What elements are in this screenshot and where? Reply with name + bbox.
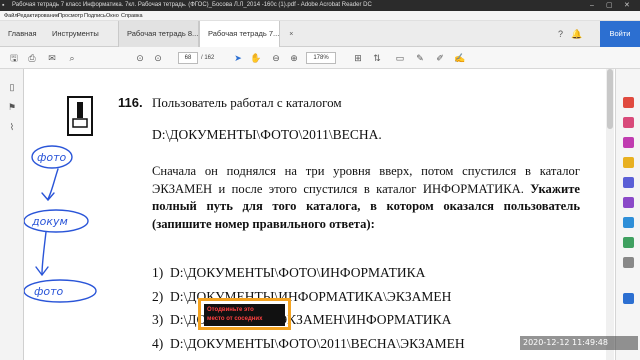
recording-timestamp: 2020-12-12 11:49:48: [520, 336, 638, 350]
page-down-icon[interactable]: ⊙: [152, 52, 164, 64]
answer-option-number: 1): [152, 265, 164, 280]
create-pdf-icon[interactable]: [623, 117, 634, 128]
print-icon[interactable]: ⎙: [26, 52, 38, 64]
answer-option-text: D:\ДОКУМЕНТЫ\ФОТО\ИНФОРМАТИКА: [170, 265, 426, 280]
annotation-arrowhead-1: [41, 192, 55, 202]
menu-view[interactable]: Просмотр: [58, 11, 83, 21]
comment-icon[interactable]: ▭: [394, 52, 406, 64]
sign-in-button[interactable]: Войти: [600, 21, 640, 47]
export-pdf-icon[interactable]: [623, 97, 634, 108]
document-page: фото докум фото 116. Пользователь работа…: [24, 69, 606, 360]
menu-edit[interactable]: Редактирование: [17, 11, 59, 21]
tab-document-7[interactable]: Рабочая тетрадь 7... ×: [199, 21, 293, 47]
task-path: D:\ДОКУМЕНТЫ\ФОТО\2011\ВЕСНА.: [152, 127, 382, 142]
answer-option-1: 1) D:\ДОКУМЕНТЫ\ФОТО\ИНФОРМАТИКА: [152, 265, 425, 281]
answer-option-4: 4) D:\ДОКУМЕНТЫ\ФОТО\2011\ВЕСНА\ЭКЗАМЕН: [152, 336, 465, 352]
overlay-text-line-1: Отодвиньте это: [207, 307, 254, 313]
menu-help[interactable]: Справка: [121, 11, 143, 21]
window-title: Рабочая тетрадь 7 класс Информатика. 7кл…: [12, 2, 372, 8]
organize-pages-icon[interactable]: [623, 197, 634, 208]
combine-files-icon[interactable]: [623, 177, 634, 188]
answer-option-3: 3) D:\ДОКУМЕНТЫ\ЭКЗАМЕН\ИНФОРМАТИКА: [152, 312, 451, 328]
answer-option-number: 2): [152, 289, 164, 304]
share-icon[interactable]: ✉: [46, 52, 58, 64]
highlight-icon[interactable]: ✎: [414, 52, 426, 64]
tab-tools[interactable]: Инструменты: [44, 21, 107, 47]
comment-tool-icon[interactable]: [623, 157, 634, 168]
save-icon[interactable]: 🖫: [8, 52, 20, 64]
select-cursor-icon[interactable]: ➤: [232, 52, 244, 64]
scroll-mode-icon[interactable]: ⇅: [371, 52, 383, 64]
search-icon[interactable]: ⌕: [66, 52, 78, 64]
zoom-in-icon[interactable]: ⊕: [288, 52, 300, 64]
more-tools-icon[interactable]: [623, 257, 634, 268]
cloud-storage-icon[interactable]: [623, 293, 634, 304]
sign-icon[interactable]: ✍: [454, 52, 466, 64]
annotation-text-2: докум: [31, 215, 68, 228]
annotation-text-3: фото: [34, 285, 64, 298]
task-paragraph-text: Сначала он поднялся на три уровня вверх,…: [152, 164, 580, 196]
overlay-text-line-2: место от соседних: [207, 316, 263, 322]
task-paragraph: Сначала он поднялся на три уровня вверх,…: [152, 163, 580, 233]
annotation-arrow-2: [41, 231, 47, 275]
page-thumbnails-icon[interactable]: ▯: [6, 81, 18, 93]
toolbar: 🖫 ⎙ ✉ ⌕ ⊙ ⊙ 68 / 162 ➤ ✋ ⊖ ⊕ 178% ⊞ ⇅ ▭ …: [0, 47, 640, 69]
scrollbar-thumb[interactable]: [607, 69, 613, 129]
annotation-text-1: фото: [37, 151, 67, 164]
fit-page-icon[interactable]: ⊞: [352, 52, 364, 64]
send-for-signature-icon[interactable]: [623, 237, 634, 248]
overlay-label: Отодвиньте это место от соседних: [204, 304, 285, 326]
tab-tools-label: Инструменты: [52, 29, 99, 38]
menu-bar: Файл Редактирование Просмотр Подпись Окн…: [0, 11, 640, 21]
menu-sign[interactable]: Подпись: [84, 11, 106, 21]
hand-tool-icon[interactable]: ✋: [250, 52, 262, 64]
close-tab-icon[interactable]: ×: [289, 31, 293, 38]
right-tools-rail: [615, 69, 640, 360]
bookmarks-icon[interactable]: ⚑: [6, 101, 18, 113]
tab-home-label: Главная: [8, 29, 37, 38]
acrobat-app-icon: ▪: [2, 2, 5, 9]
answer-option-2: 2) D:\ДОКУМЕНТЫ\ИНФОРМАТИКА\ЭКЗАМЕН: [152, 289, 451, 305]
tab-document-8[interactable]: Рабочая тетрадь 8...×: [118, 21, 212, 47]
edit-pdf-icon[interactable]: [623, 137, 634, 148]
tab-home[interactable]: Главная: [0, 21, 45, 47]
page-up-icon[interactable]: ⊙: [134, 52, 146, 64]
answer-option-text: D:\ДОКУМЕНТЫ\ФОТО\2011\ВЕСНА\ЭКЗАМЕН: [170, 336, 465, 351]
notifications-icon[interactable]: 🔔: [571, 29, 582, 39]
tab-bar: Главная Инструменты Рабочая тетрадь 8...…: [0, 21, 640, 47]
zoom-select[interactable]: 178%: [306, 52, 336, 64]
page-total: / 162: [201, 55, 215, 61]
tab-document-8-label: Рабочая тетрадь 8...: [127, 29, 199, 38]
vertical-scrollbar[interactable]: [606, 69, 614, 360]
page-number-input[interactable]: 68: [178, 52, 198, 64]
attachments-icon[interactable]: ⌇: [6, 121, 18, 133]
answer-option-number: 4): [152, 336, 164, 351]
task-title: Пользователь работал с каталогом: [152, 95, 342, 110]
screen-overlay-box: Отодвиньте это место от соседних: [198, 298, 291, 330]
zoom-out-icon[interactable]: ⊖: [270, 52, 282, 64]
menu-file[interactable]: Файл: [4, 11, 18, 21]
left-navigation-rail: ▯ ⚑ ⌇: [0, 69, 24, 360]
task-marker-icon: [67, 96, 93, 136]
tab-document-7-label: Рабочая тетрадь 7...: [208, 29, 280, 38]
answer-option-number: 3): [152, 312, 164, 327]
draw-icon[interactable]: ✐: [434, 52, 446, 64]
help-icon[interactable]: ?: [555, 29, 566, 39]
task-number: 116.: [118, 95, 143, 110]
minimize-button[interactable]: –: [590, 0, 594, 11]
window-titlebar: ▪ Рабочая тетрадь 7 класс Информатика. 7…: [0, 0, 640, 11]
maximize-button[interactable]: ▢: [606, 0, 613, 11]
close-window-button[interactable]: ✕: [624, 0, 630, 11]
fill-sign-icon[interactable]: [623, 217, 634, 228]
menu-window[interactable]: Окно: [106, 11, 119, 21]
